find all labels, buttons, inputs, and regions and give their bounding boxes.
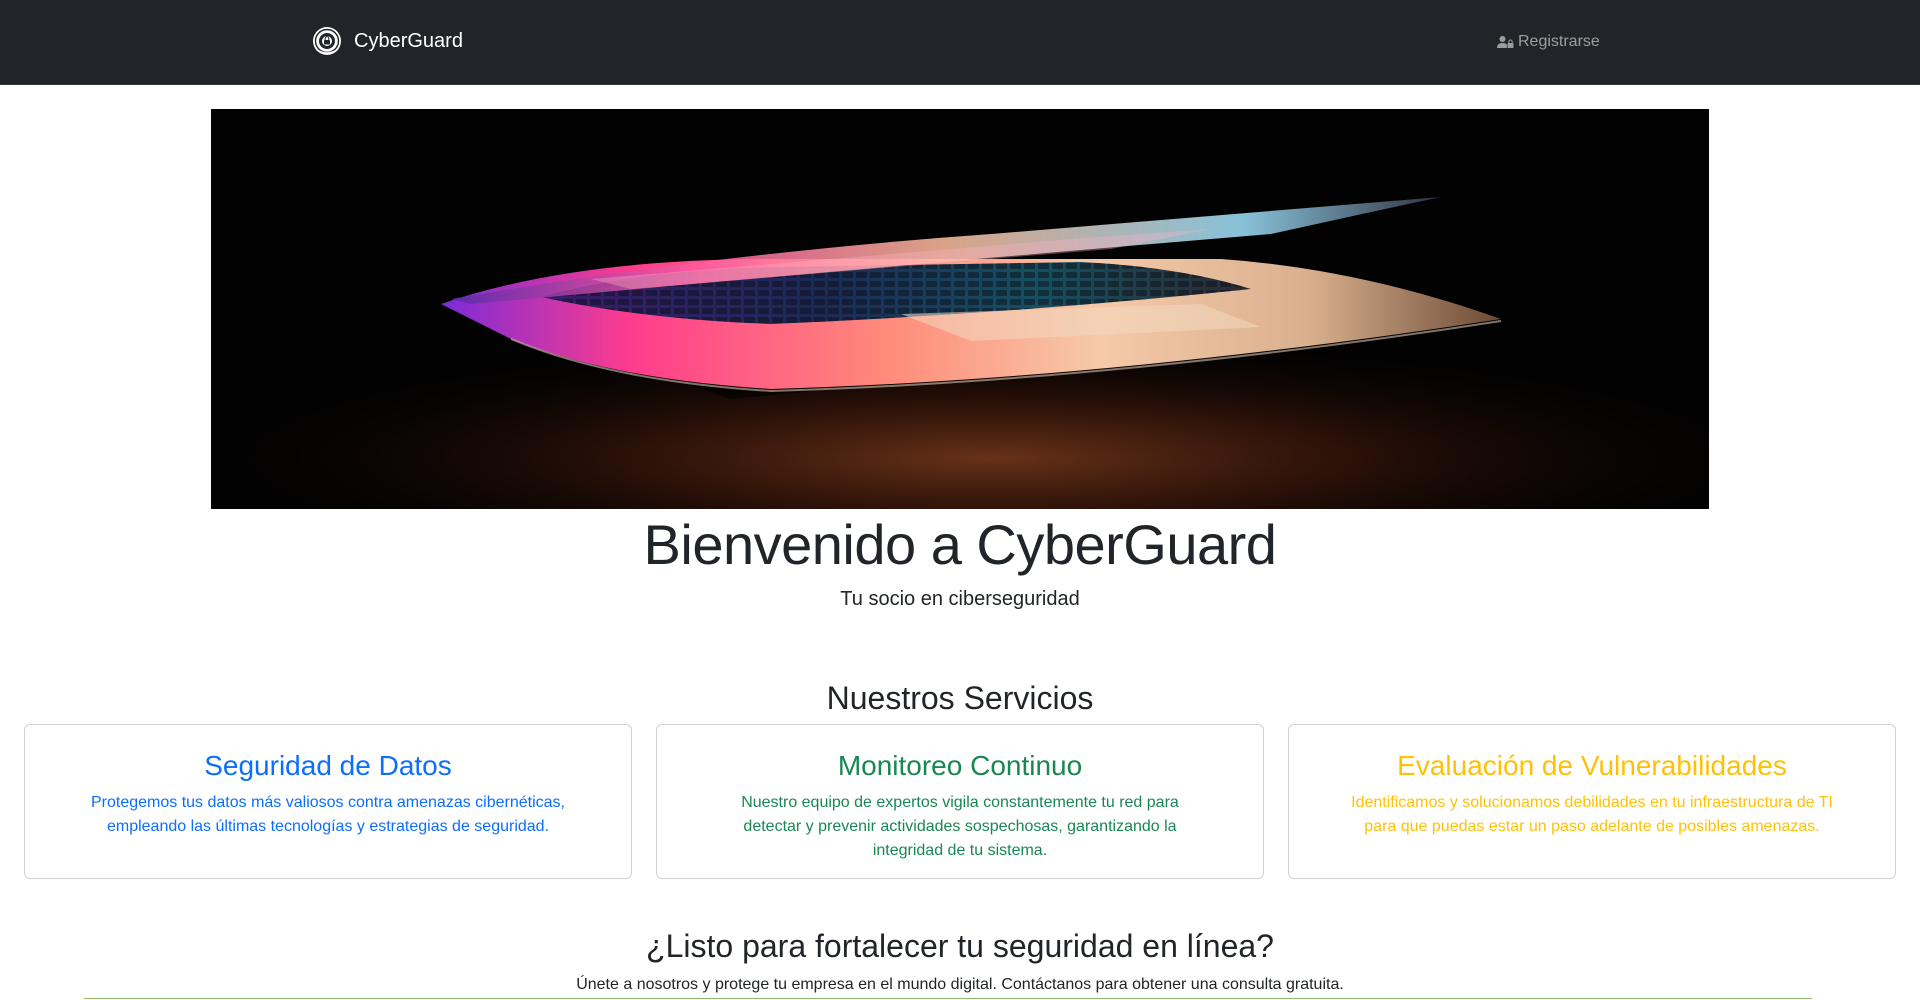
service-card-title: Seguridad de Datos xyxy=(204,750,452,781)
brand-name: CyberGuard xyxy=(354,30,463,52)
hero-image xyxy=(211,109,1709,509)
shield-lock-logo-icon xyxy=(313,27,341,55)
welcome-subtitle: Tu socio en ciberseguridad xyxy=(840,588,1080,610)
service-card-vulnerabilities: Evaluación de Vulnerabilidades Identific… xyxy=(1288,724,1896,879)
service-card-title: Evaluación de Vulnerabilidades xyxy=(1397,750,1787,781)
cta-text: Únete a nosotros y protege tu empresa en… xyxy=(576,976,1344,993)
laptop-photo xyxy=(211,109,1709,509)
register-link[interactable]: Registrarse xyxy=(1497,30,1600,54)
service-card-title: Monitoreo Continuo xyxy=(837,750,1083,781)
register-label: Registrarse xyxy=(1518,33,1600,50)
service-card-text: Protegemos tus datos más valiosos contra… xyxy=(90,794,565,835)
navbar: CyberGuard Registrarse xyxy=(0,0,1920,85)
service-card-monitoring: Monitoreo Continuo Nuestro equipo de exp… xyxy=(656,724,1264,879)
welcome-title: Bienvenido a CyberGuard xyxy=(643,513,1277,576)
person-lock-icon xyxy=(1497,36,1514,48)
services-title: Nuestros Servicios xyxy=(826,680,1094,716)
brand-link[interactable]: CyberGuard xyxy=(312,26,463,56)
cta-title: ¿Listo para fortalecer tu seguridad en l… xyxy=(646,928,1274,964)
cta-divider xyxy=(84,998,1812,999)
service-card-text: Identificamos y solucionamos debilidades… xyxy=(1351,794,1833,835)
service-card-data-security: Seguridad de Datos Protegemos tus datos … xyxy=(24,724,632,879)
service-card-text: Nuestro equipo de expertos vigila consta… xyxy=(741,794,1179,859)
